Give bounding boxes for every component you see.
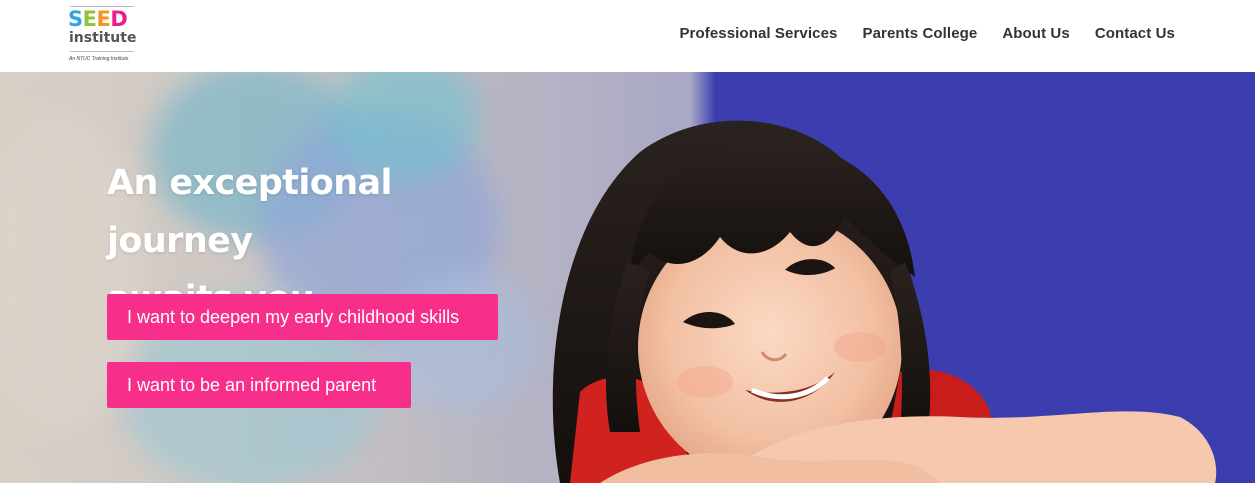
informed-parent-button[interactable]: I want to be an informed parent: [107, 362, 411, 408]
deepen-skills-button[interactable]: I want to deepen my early childhood skil…: [107, 294, 498, 340]
site-header: SEED institute An NTUC Training Institut…: [0, 0, 1255, 72]
nav-item-parents-college[interactable]: Parents College: [862, 25, 977, 42]
logo-letter-s: S: [68, 7, 83, 31]
hero-headline-line-1: An exceptional journey: [107, 163, 393, 261]
logo-wordmark: SEED: [68, 7, 128, 31]
logo-subtitle: institute: [69, 30, 137, 46]
seed-institute-logo[interactable]: SEED institute An NTUC Training Institut…: [68, 6, 138, 66]
logo-letter-e: E: [96, 7, 111, 31]
hero-banner: An exceptional journey awaits you I want…: [0, 72, 1255, 483]
main-nav: Professional Services Parents College Ab…: [679, 0, 1175, 66]
nav-item-professional-services[interactable]: Professional Services: [679, 25, 837, 42]
logo-letter-e: E: [82, 7, 97, 31]
logo-divider: [70, 51, 134, 52]
logo-tagline: An NTUC Training Institute: [69, 56, 129, 62]
nav-item-about-us[interactable]: About Us: [1002, 25, 1069, 42]
logo-letter-d: D: [110, 7, 128, 31]
nav-item-contact-us[interactable]: Contact Us: [1095, 25, 1175, 42]
